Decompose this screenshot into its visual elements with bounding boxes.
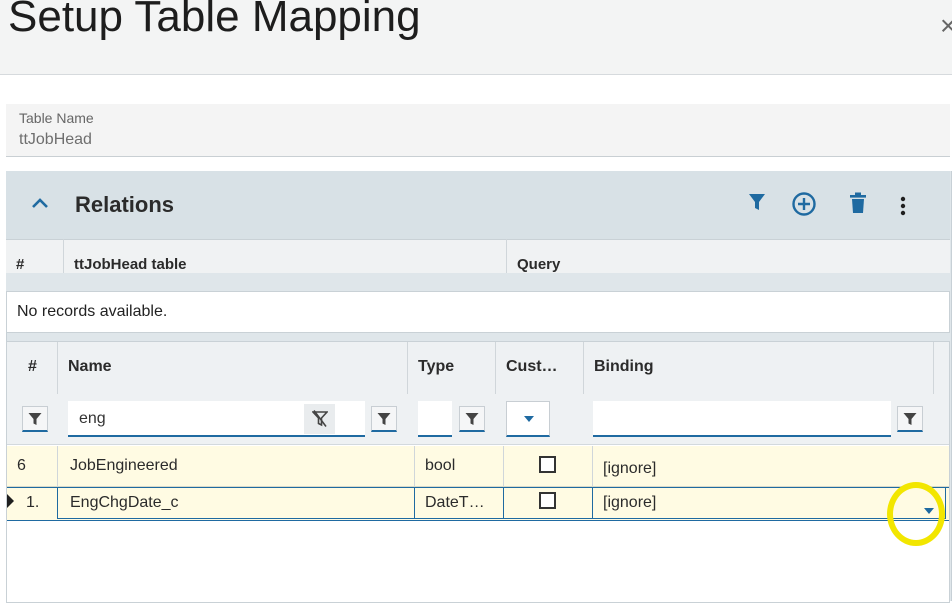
delete-icon[interactable]: [849, 192, 867, 220]
row-type: DateT…: [425, 494, 485, 511]
row-type: bool: [425, 457, 456, 474]
divider: [57, 446, 58, 486]
grid-col-name[interactable]: Name: [68, 358, 112, 376]
custom-checkbox[interactable]: [539, 456, 556, 473]
table-name-field: [6, 104, 950, 157]
relations-title: Relations: [75, 192, 175, 217]
no-records-message: No records available.: [17, 303, 168, 320]
page-title: Setup Table Mapping: [8, 0, 421, 41]
filter-icon[interactable]: [748, 192, 766, 218]
filter-number-button[interactable]: [22, 406, 48, 432]
type-filter-input[interactable]: [418, 401, 452, 437]
custom-checkbox[interactable]: [539, 492, 556, 509]
divider: [503, 446, 504, 486]
grid-col-type[interactable]: Type: [418, 358, 454, 376]
add-icon[interactable]: [791, 191, 817, 223]
grid-col-binding[interactable]: Binding: [594, 358, 654, 376]
custom-filter-dropdown[interactable]: [506, 401, 550, 437]
divider: [506, 239, 507, 273]
clear-filter-icon[interactable]: [304, 404, 335, 434]
highlight-annotation: [887, 482, 945, 546]
filter-name-button[interactable]: [371, 406, 397, 432]
binding-filter-input[interactable]: [593, 401, 891, 437]
overlay-band: [6, 273, 950, 291]
row-name: EngChgDate_c: [70, 494, 179, 511]
relations-col-table[interactable]: ttJobHead table: [74, 256, 187, 273]
relations-col-number[interactable]: #: [16, 256, 24, 273]
divider: [414, 446, 415, 486]
grid-col-number[interactable]: #: [28, 358, 37, 376]
row-binding[interactable]: [ignore]: [603, 460, 656, 478]
table-name-label: Table Name: [19, 110, 94, 126]
filter-type-button[interactable]: [459, 406, 485, 432]
grid-col-custom[interactable]: Cust…: [506, 358, 558, 376]
name-filter-value: eng: [79, 410, 106, 427]
current-row-indicator-icon: [7, 494, 15, 513]
row-number: 6: [17, 457, 26, 474]
grid-header: [7, 342, 949, 395]
relations-col-query[interactable]: Query: [517, 256, 560, 273]
filter-binding-button[interactable]: [897, 406, 923, 432]
collapse-chevron-icon[interactable]: [30, 193, 50, 216]
row-binding[interactable]: [ignore]: [603, 494, 656, 512]
divider: [63, 239, 64, 273]
divider: [592, 446, 593, 486]
row-name: JobEngineered: [70, 457, 178, 474]
table-name-value: ttJobHead: [19, 131, 92, 148]
close-icon[interactable]: ×: [940, 10, 952, 42]
more-options-icon[interactable]: [900, 196, 906, 222]
row-number: 1.: [26, 494, 40, 511]
